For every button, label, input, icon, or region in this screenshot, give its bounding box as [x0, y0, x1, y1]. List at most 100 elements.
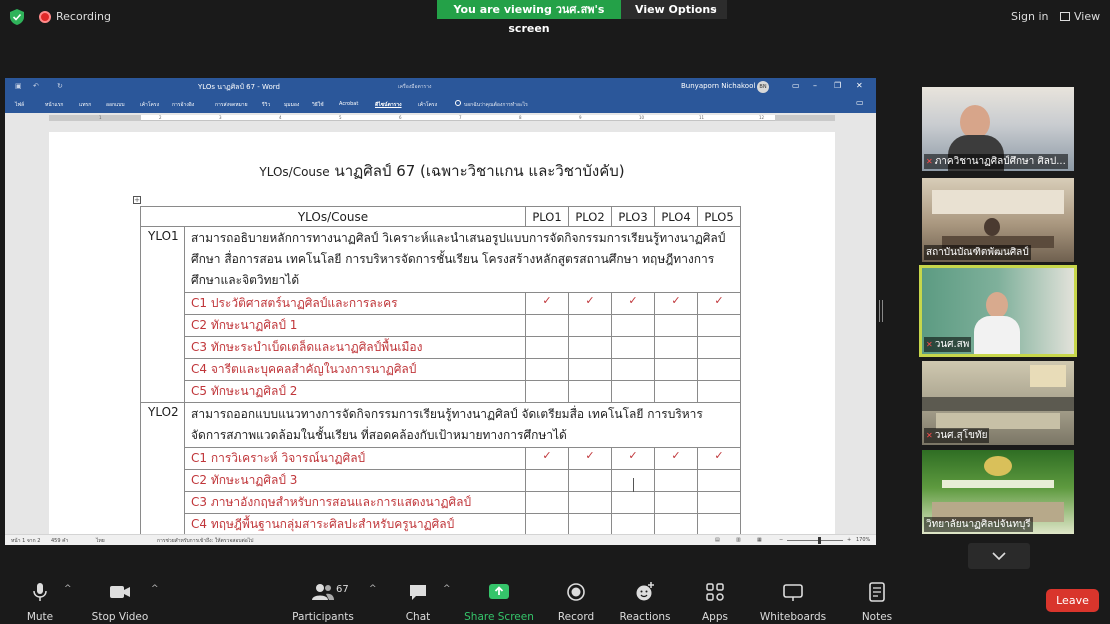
record-button[interactable]: Record	[536, 576, 616, 624]
recording-label[interactable]: Recording	[56, 10, 111, 23]
empty-cell[interactable]	[654, 469, 698, 492]
check-mark-icon[interactable]: ✓	[654, 292, 698, 315]
empty-cell[interactable]	[568, 314, 612, 337]
empty-cell[interactable]	[654, 513, 698, 534]
participant-tile[interactable]: ✕ ภาควิชานาฏศิลป์ศึกษา ศิลป...	[922, 87, 1074, 171]
save-icon[interactable]: ▣	[15, 82, 22, 90]
table-header-plo[interactable]: PLO2	[568, 206, 612, 227]
course-name[interactable]: C1 การวิเคราะห์ วิจารณ์นาฏศิลป์	[184, 447, 526, 470]
close-icon[interactable]: ✕	[856, 81, 863, 90]
course-name[interactable]: C1 ประวัติศาสตร์นาฏศิลป์และการละคร	[184, 292, 526, 315]
empty-cell[interactable]	[654, 491, 698, 514]
table-header-ylos-couse[interactable]: YLOs/Couse	[140, 206, 526, 227]
leave-button[interactable]: Leave	[1046, 589, 1099, 612]
avatar[interactable]: BN	[757, 81, 769, 93]
tab-help[interactable]: วิธีใช้	[312, 101, 324, 109]
tab-layout[interactable]: เค้าโครง	[140, 101, 159, 109]
tab-table-design[interactable]: ดีไซน์ตาราง	[375, 101, 402, 109]
empty-cell[interactable]	[525, 380, 569, 403]
stop-video-button[interactable]: Stop Video	[80, 576, 160, 624]
empty-cell[interactable]	[611, 336, 655, 359]
word-user-name[interactable]: Bunyaporn Nichakool	[681, 82, 755, 90]
undo-icon[interactable]: ↶	[33, 82, 39, 90]
course-name[interactable]: C3 ภาษาอังกฤษสำหรับการสอนและการแสดงนาฏศิ…	[184, 491, 526, 514]
tab-acrobat[interactable]: Acrobat	[339, 101, 358, 107]
empty-cell[interactable]	[568, 513, 612, 534]
participants-button[interactable]: Participants	[283, 576, 363, 624]
video-options-caret[interactable]: ^	[151, 584, 159, 594]
table-header-plo[interactable]: PLO1	[525, 206, 569, 227]
empty-cell[interactable]	[697, 491, 741, 514]
document-page[interactable]: YLOs/Couse นาฏศิลป์ 67 (เฉพาะวิชาแกน และ…	[49, 132, 835, 534]
document-area[interactable]: YLOs/Couse นาฏศิลป์ 67 (เฉพาะวิชาแกน และ…	[5, 123, 876, 534]
course-name[interactable]: C4 ทฤษฎีพื้นฐานกลุ่มสาระศิลปะสำหรับครูนา…	[184, 513, 526, 534]
empty-cell[interactable]	[525, 491, 569, 514]
apps-button[interactable]: Apps	[675, 576, 755, 624]
sign-in-button[interactable]: Sign in	[1011, 10, 1049, 23]
print-layout-icon[interactable]: ▥	[736, 537, 741, 543]
empty-cell[interactable]	[697, 358, 741, 381]
status-words[interactable]: 459 คำ	[51, 537, 68, 545]
read-mode-icon[interactable]: ▤	[715, 537, 720, 543]
ylo-description[interactable]: สามารถออกแบบแนวทางการจัดกิจกรรมการเรียนร…	[184, 402, 741, 448]
share-screen-button[interactable]: Share Screen	[459, 576, 539, 624]
participant-tile[interactable]: วิทยาลัยนาฏศิลปจันทบุรี	[922, 450, 1074, 534]
empty-cell[interactable]	[568, 358, 612, 381]
empty-cell[interactable]	[654, 358, 698, 381]
empty-cell[interactable]	[525, 513, 569, 534]
empty-cell[interactable]	[525, 336, 569, 359]
empty-cell[interactable]	[568, 469, 612, 492]
course-name[interactable]: C2 ทักษะนาฏศิลป์ 3	[184, 469, 526, 492]
zoom-slider[interactable]	[787, 537, 843, 544]
tab-view[interactable]: มุมมอง	[284, 101, 299, 109]
empty-cell[interactable]	[568, 336, 612, 359]
empty-cell[interactable]	[697, 513, 741, 534]
shield-icon[interactable]	[10, 9, 24, 25]
panel-resize-handle[interactable]	[879, 300, 883, 322]
minimize-icon[interactable]: –	[813, 81, 817, 90]
table-header-plo[interactable]: PLO3	[611, 206, 655, 227]
more-participants-button[interactable]	[968, 543, 1030, 569]
ylo-code[interactable]: YLO2	[140, 402, 185, 534]
view-button[interactable]: View	[1060, 10, 1100, 23]
view-options-button[interactable]: View Options ⌄	[621, 0, 727, 19]
course-name[interactable]: C2 ทักษะนาฏศิลป์ 1	[184, 314, 526, 337]
restore-icon[interactable]: ❐	[834, 81, 841, 90]
empty-cell[interactable]	[525, 358, 569, 381]
tab-insert[interactable]: แทรก	[79, 101, 91, 109]
empty-cell[interactable]	[568, 491, 612, 514]
empty-cell[interactable]	[654, 380, 698, 403]
empty-cell[interactable]	[611, 314, 655, 337]
status-language[interactable]: ไทย	[96, 537, 105, 545]
ylo-code[interactable]: YLO1	[140, 226, 185, 403]
check-mark-icon[interactable]: ✓	[611, 447, 655, 470]
empty-cell[interactable]	[654, 336, 698, 359]
chat-options-caret[interactable]: ^	[443, 584, 451, 594]
whiteboards-button[interactable]: Whiteboards	[753, 576, 833, 624]
table-move-handle-icon[interactable]: +	[133, 196, 141, 204]
tab-home[interactable]: หน้าแรก	[45, 101, 63, 109]
reactions-button[interactable]: Reactions	[605, 576, 685, 624]
ruler[interactable]: 1 2 3 4 5 6 7 8 9 10 11 12	[5, 113, 876, 123]
status-accessibility[interactable]: การช่วยสำหรับการเข้าถึง: ให้ตรวจสอบต่อไป	[157, 537, 253, 545]
zoom-level[interactable]: 170%	[856, 537, 870, 543]
participants-options-caret[interactable]: ^	[369, 584, 377, 594]
tab-mailings[interactable]: การส่งจดหมาย	[215, 101, 248, 109]
audio-options-caret[interactable]: ^	[64, 584, 72, 594]
tab-review[interactable]: รีวิว	[262, 101, 270, 109]
zoom-out-icon[interactable]: −	[779, 537, 783, 543]
notes-button[interactable]: Notes	[837, 576, 917, 624]
web-layout-icon[interactable]: ▦	[757, 537, 762, 543]
tab-table-layout[interactable]: เค้าโครง	[418, 101, 437, 109]
empty-cell[interactable]	[568, 380, 612, 403]
course-name[interactable]: C5 ทักษะนาฏศิลป์ 2	[184, 380, 526, 403]
empty-cell[interactable]	[611, 513, 655, 534]
check-mark-icon[interactable]: ✓	[697, 447, 741, 470]
empty-cell[interactable]	[697, 314, 741, 337]
table-header-plo[interactable]: PLO4	[654, 206, 698, 227]
empty-cell[interactable]	[611, 380, 655, 403]
check-mark-icon[interactable]: ✓	[568, 292, 612, 315]
course-name[interactable]: C4 จารีตและบุคคลสำคัญในวงการนาฏศิลป์	[184, 358, 526, 381]
empty-cell[interactable]	[525, 314, 569, 337]
empty-cell[interactable]	[654, 314, 698, 337]
